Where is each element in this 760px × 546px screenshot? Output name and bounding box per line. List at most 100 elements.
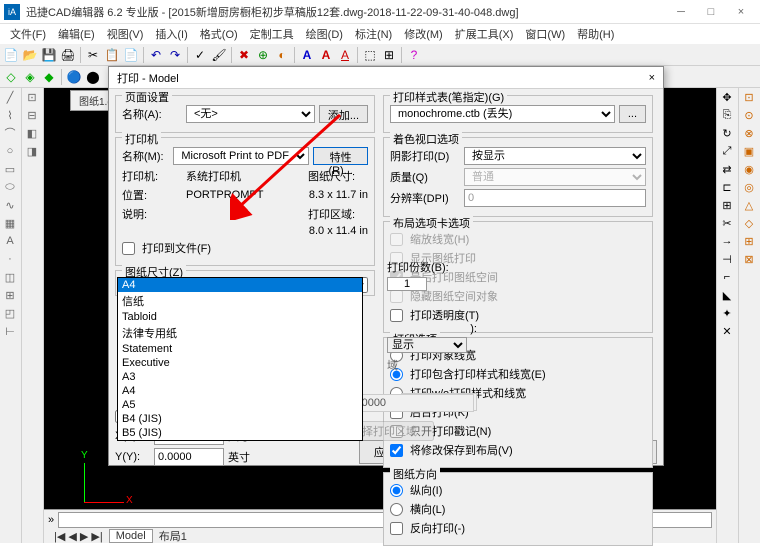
print-to-file-checkbox[interactable] — [122, 242, 135, 255]
menu-dim[interactable]: 标注(N) — [349, 24, 398, 44]
tool-icon[interactable]: ◧ — [22, 124, 42, 142]
menu-format[interactable]: 格式(O) — [194, 24, 244, 44]
paper-option[interactable]: A4 — [118, 384, 362, 398]
text-a-icon[interactable]: A — [298, 46, 316, 64]
tab-nav[interactable]: |◀ ◀ ▶ ▶| — [48, 530, 109, 543]
paper-option[interactable]: A4 — [118, 278, 362, 292]
snap-icon[interactable]: ◉ — [739, 160, 759, 178]
arc-icon[interactable]: ⌒ — [0, 124, 20, 142]
menu-insert[interactable]: 插入(I) — [149, 24, 193, 44]
dpi-input[interactable] — [464, 189, 646, 207]
undo-icon[interactable]: ↶ — [147, 46, 165, 64]
rotate-icon[interactable]: ↻ — [717, 124, 737, 142]
menu-edit[interactable]: 编辑(E) — [52, 24, 101, 44]
spell-icon[interactable]: ✓ — [191, 46, 209, 64]
mirror-icon[interactable]: ⇄ — [717, 160, 737, 178]
render-icon[interactable]: 🔵 — [65, 68, 83, 86]
y-offset-input[interactable] — [154, 448, 224, 466]
paper-option[interactable]: Executive — [118, 356, 362, 370]
menu-file[interactable]: 文件(F) — [4, 24, 52, 44]
text-icon[interactable]: A — [0, 232, 20, 250]
paper-option[interactable]: B4 (JIS) — [118, 412, 362, 426]
landscape-radio[interactable] — [390, 503, 403, 516]
tool-icon[interactable]: ◐ — [273, 46, 291, 64]
rect-icon[interactable]: ▭ — [0, 160, 20, 178]
dim-icon[interactable]: ⬚ — [361, 46, 379, 64]
copies-input[interactable] — [387, 277, 427, 291]
paper-size-dropdown[interactable]: A4 信纸 Tabloid 法律专用纸 Statement Executive … — [117, 277, 363, 441]
paper-option[interactable]: Statement — [118, 342, 362, 356]
block-icon[interactable]: ◫ — [0, 268, 20, 286]
scale-icon[interactable]: ⤢ — [717, 142, 737, 160]
trim-icon[interactable]: ✂ — [717, 214, 737, 232]
hatch-icon[interactable]: ▦ — [0, 214, 20, 232]
snap-icon[interactable]: ⊙ — [739, 106, 759, 124]
save-icon[interactable]: 💾 — [40, 46, 58, 64]
properties-button[interactable]: 特性(R)... — [313, 147, 368, 165]
printer-name-select[interactable]: Microsoft Print to PDF — [173, 147, 309, 165]
paper-option[interactable]: A5 — [118, 398, 362, 412]
snap-icon[interactable]: ⊗ — [739, 124, 759, 142]
dialog-close-button[interactable]: × — [649, 72, 655, 84]
snap-icon[interactable]: ◎ — [739, 178, 759, 196]
text-a-icon[interactable]: A — [317, 46, 335, 64]
break-icon[interactable]: ⊣ — [717, 250, 737, 268]
menu-draw[interactable]: 绘图(D) — [300, 24, 349, 44]
plot-style-select[interactable]: monochrome.ctb (丢失) — [390, 105, 615, 123]
maximize-button[interactable]: □ — [696, 2, 726, 22]
explode-icon[interactable]: ✦ — [717, 304, 737, 322]
paper-option[interactable]: B5 (JIS) — [118, 426, 362, 440]
layer-icon[interactable]: ◇ — [2, 68, 20, 86]
transparency-checkbox[interactable] — [390, 309, 403, 322]
menu-modify[interactable]: 修改(M) — [398, 24, 449, 44]
chamfer-icon[interactable]: ◣ — [717, 286, 737, 304]
page-name-select[interactable]: <无> — [186, 105, 315, 123]
layer-icon[interactable]: ◈ — [21, 68, 39, 86]
snap-icon[interactable]: ⊡ — [739, 88, 759, 106]
snap-icon[interactable]: ▣ — [739, 142, 759, 160]
erase-icon[interactable]: ✕ — [717, 322, 737, 340]
snap-icon[interactable]: ◇ — [739, 214, 759, 232]
paper-option[interactable]: A3 — [118, 370, 362, 384]
save-layout-checkbox[interactable] — [390, 444, 403, 457]
region-icon[interactable]: ◰ — [0, 304, 20, 322]
dim-icon[interactable]: ⊢ — [0, 322, 20, 340]
line-icon[interactable]: ╱ — [0, 88, 20, 106]
move-icon[interactable]: ✥ — [717, 88, 737, 106]
scale-select[interactable]: 显示 — [387, 337, 467, 353]
open-icon[interactable]: 📂 — [21, 46, 39, 64]
add-button[interactable]: 添加... — [319, 105, 368, 123]
new-icon[interactable]: 📄 — [2, 46, 20, 64]
paper-option[interactable]: Tabloid — [118, 310, 362, 324]
fillet-icon[interactable]: ⌐ — [717, 268, 737, 286]
copy-icon[interactable]: ⎘ — [717, 106, 737, 124]
layer-icon[interactable]: ◆ — [40, 68, 58, 86]
menu-custom[interactable]: 定制工具 — [244, 24, 300, 44]
ellipse-icon[interactable]: ⬭ — [0, 178, 20, 196]
text-a-icon[interactable]: A — [336, 46, 354, 64]
match-icon[interactable]: 🖌 — [210, 46, 228, 64]
render-icon[interactable]: ⬤ — [84, 68, 102, 86]
style-edit-button[interactable]: ... — [619, 105, 646, 123]
tab-layout1[interactable]: 布局1 — [153, 528, 193, 544]
quality-select[interactable]: 普通 — [464, 168, 646, 186]
redo-icon[interactable]: ↷ — [166, 46, 184, 64]
point-icon[interactable]: · — [0, 250, 20, 268]
snap-icon[interactable]: ⊞ — [739, 232, 759, 250]
print-icon[interactable]: 🖨 — [59, 46, 77, 64]
paper-option[interactable]: 法律专用纸 — [118, 324, 362, 342]
menu-help[interactable]: 帮助(H) — [571, 24, 620, 44]
tool-icon[interactable]: ⊕ — [254, 46, 272, 64]
array-icon[interactable]: ⊞ — [717, 196, 737, 214]
menu-ext[interactable]: 扩展工具(X) — [449, 24, 520, 44]
paper-option[interactable]: 信纸 — [118, 292, 362, 310]
close-button[interactable]: × — [726, 2, 756, 22]
extend-icon[interactable]: → — [717, 232, 737, 250]
menu-view[interactable]: 视图(V) — [101, 24, 150, 44]
polyline-icon[interactable]: ⌇ — [0, 106, 20, 124]
spline-icon[interactable]: ∿ — [0, 196, 20, 214]
portrait-radio[interactable] — [390, 484, 403, 497]
snap-icon[interactable]: △ — [739, 196, 759, 214]
tool-icon[interactable]: ⊟ — [22, 106, 42, 124]
dim-icon[interactable]: ⊞ — [380, 46, 398, 64]
